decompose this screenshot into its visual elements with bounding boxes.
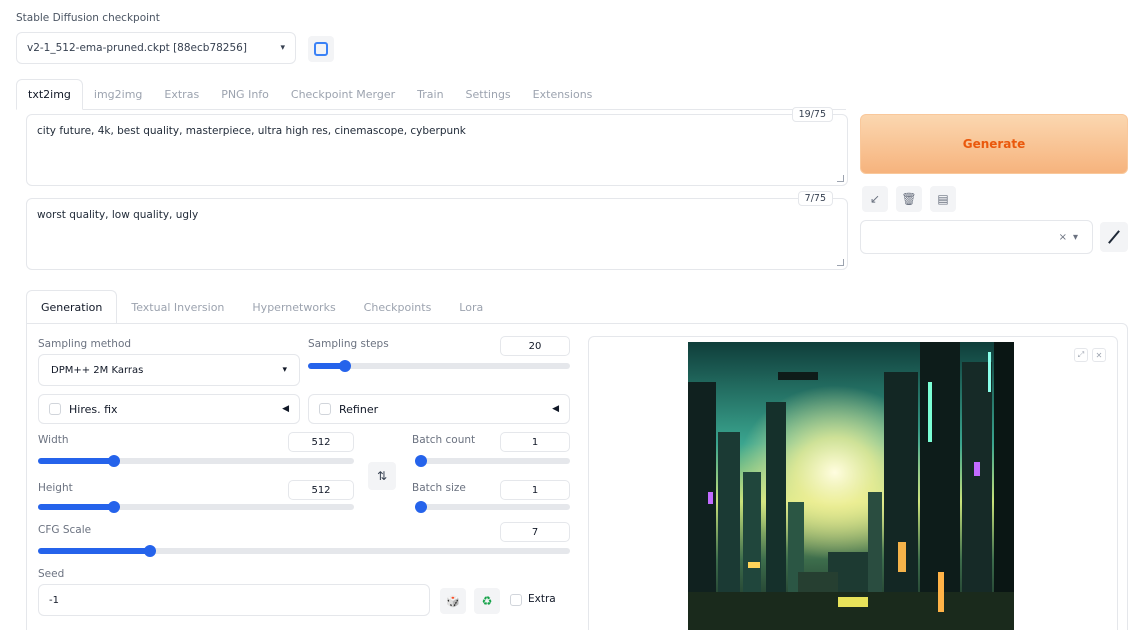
sampling-method-select[interactable]: DPM++ 2M Karras ▾	[38, 354, 300, 386]
checkpoint-value: v2-1_512-ema-pruned.ckpt [88ecb78256]	[27, 42, 247, 54]
chevron-down-icon: ▾	[282, 365, 287, 375]
slider-fill	[38, 548, 150, 554]
dice-icon: 🎲	[446, 594, 460, 608]
cfg-scale-label: CFG Scale	[38, 524, 92, 536]
generate-button[interactable]: Generate	[860, 114, 1128, 174]
collapse-arrow-icon: ◀	[552, 404, 559, 414]
prompt-text: city future, 4k, best quality, masterpie…	[37, 125, 466, 137]
width-input[interactable]: 512	[288, 432, 354, 452]
trash-icon: 🗑	[901, 192, 917, 206]
extra-seed-checkbox[interactable]	[510, 594, 522, 606]
refiner-accordion[interactable]: Refiner ◀	[308, 394, 570, 424]
seed-label: Seed	[38, 568, 65, 580]
pencil-icon	[1108, 230, 1120, 244]
tab-textual-inversion[interactable]: Textual Inversion	[117, 290, 238, 324]
generation-tabs: Generation Textual Inversion Hypernetwor…	[26, 290, 1126, 324]
main-tabs: txt2img img2img Extras PNG Info Checkpoi…	[16, 79, 846, 110]
tab-hypernetworks[interactable]: Hypernetworks	[238, 290, 349, 324]
refresh-checkpoint-button[interactable]	[308, 36, 334, 62]
hires-fix-checkbox[interactable]	[49, 403, 61, 415]
batch-count-slider[interactable]	[415, 455, 570, 467]
slider-fill	[38, 458, 114, 464]
styles-select[interactable]: × ▾	[860, 220, 1093, 254]
seed-input[interactable]: -1	[38, 584, 430, 616]
refiner-label: Refiner	[339, 402, 379, 416]
swap-dimensions-button[interactable]: ⇅	[368, 462, 396, 490]
slider-thumb[interactable]	[415, 501, 428, 513]
arrow-down-left-icon: ↙	[869, 192, 881, 206]
recycle-icon: ♻	[481, 594, 493, 608]
tab-checkpoint-merger[interactable]: Checkpoint Merger	[280, 79, 406, 109]
width-label: Width	[38, 434, 69, 446]
close-icon[interactable]: ✕	[1092, 348, 1106, 362]
tab-train[interactable]: Train	[406, 79, 454, 109]
sampling-steps-slider[interactable]	[308, 360, 570, 372]
resize-handle-icon[interactable]	[837, 259, 844, 266]
generated-image[interactable]	[688, 342, 1014, 630]
negative-prompt-textarea[interactable]: worst quality, low quality, ugly 7/75	[26, 191, 848, 270]
slider-thumb[interactable]	[143, 545, 156, 557]
batch-size-slider[interactable]	[415, 501, 570, 513]
height-input[interactable]: 512	[288, 480, 354, 500]
cyberpunk-city-image	[688, 342, 1014, 630]
apply-styles-button[interactable]: ▤	[930, 186, 956, 212]
edit-styles-button[interactable]	[1100, 222, 1128, 252]
checkpoint-select[interactable]: v2-1_512-ema-pruned.ckpt [88ecb78256] ▾	[16, 32, 296, 64]
negative-prompt-text: worst quality, low quality, ugly	[37, 209, 199, 221]
sampling-method-value: DPM++ 2M Karras	[51, 364, 144, 376]
height-label: Height	[38, 482, 73, 494]
batch-size-label: Batch size	[412, 482, 466, 494]
tab-img2img[interactable]: img2img	[83, 79, 154, 109]
extra-seed-label: Extra	[528, 593, 556, 605]
tab-generation[interactable]: Generation	[26, 290, 118, 324]
batch-count-label: Batch count	[412, 434, 476, 446]
swap-icon: ⇅	[376, 469, 388, 483]
negative-prompt-token-counter: 7/75	[797, 191, 833, 206]
tab-extras[interactable]: Extras	[153, 79, 210, 109]
resize-handle-icon[interactable]	[837, 175, 844, 182]
tab-settings[interactable]: Settings	[455, 79, 522, 109]
read-params-button[interactable]: ↙	[862, 186, 888, 212]
tab-checkpoints[interactable]: Checkpoints	[350, 290, 446, 324]
chevron-down-icon: ▾	[1072, 231, 1078, 243]
tab-txt2img[interactable]: txt2img	[16, 79, 83, 110]
tab-lora[interactable]: Lora	[445, 290, 497, 324]
tab-extensions[interactable]: Extensions	[522, 79, 604, 109]
slider-fill	[38, 504, 114, 510]
chevron-down-icon: ▾	[280, 43, 285, 53]
refresh-icon	[314, 42, 328, 56]
reuse-seed-button[interactable]: ♻	[474, 588, 500, 614]
tab-png-info[interactable]: PNG Info	[210, 79, 280, 109]
hires-fix-label: Hires. fix	[69, 402, 118, 416]
batch-size-input[interactable]: 1	[500, 480, 570, 500]
prompt-textarea[interactable]: city future, 4k, best quality, masterpie…	[26, 107, 848, 186]
checkpoint-label: Stable Diffusion checkpoint	[16, 12, 160, 24]
sampling-method-label: Sampling method	[38, 338, 132, 350]
sampling-steps-input[interactable]: 20	[500, 336, 570, 356]
slider-thumb[interactable]	[415, 455, 428, 467]
slider-thumb[interactable]	[107, 455, 120, 467]
fullscreen-icon[interactable]: ⤢	[1074, 348, 1088, 362]
collapse-arrow-icon: ◀	[282, 404, 289, 414]
clipboard-icon: ▤	[937, 192, 949, 206]
random-seed-button[interactable]: 🎲	[440, 588, 466, 614]
sampling-steps-label: Sampling steps	[308, 338, 389, 350]
prompt-token-counter: 19/75	[791, 107, 833, 122]
cfg-scale-slider[interactable]	[38, 545, 570, 557]
cfg-scale-input[interactable]: 7	[500, 522, 570, 542]
batch-count-input[interactable]: 1	[500, 432, 570, 452]
slider-thumb[interactable]	[107, 501, 120, 513]
height-slider[interactable]	[38, 501, 354, 513]
seed-value: -1	[49, 594, 59, 606]
clear-icon[interactable]: ×	[1059, 232, 1067, 243]
refiner-checkbox[interactable]	[319, 403, 331, 415]
hires-fix-accordion[interactable]: Hires. fix ◀	[38, 394, 300, 424]
width-slider[interactable]	[38, 455, 354, 467]
slider-thumb[interactable]	[338, 360, 351, 372]
clear-prompt-button[interactable]: 🗑	[896, 186, 922, 212]
